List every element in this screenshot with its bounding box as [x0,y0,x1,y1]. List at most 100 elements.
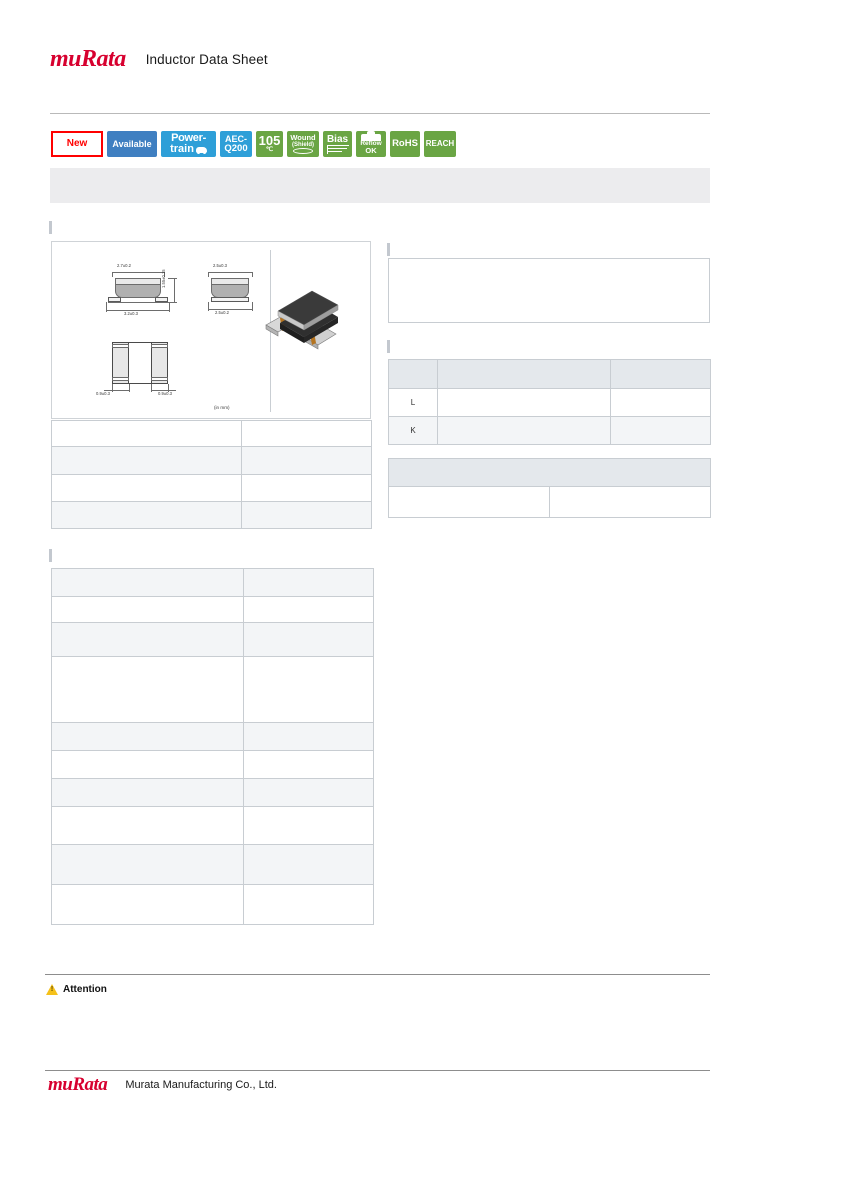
table-row [51,420,372,447]
badge-reach-label: REACH [425,139,455,148]
spec-row-8-label [51,844,244,885]
badge-reach: REACH [424,131,456,157]
badge-temperature-105: 105 ℃ [256,131,283,157]
lk-row-1-code: K [388,416,438,445]
badge-powertrain: Power- train [161,131,216,157]
dim-front-height: 1.55±0.15 [161,269,166,288]
spec-row-2-label [51,622,244,657]
badge-wound-line1: Wound [290,133,316,143]
badge-available-label: Available [112,138,152,149]
front-view: 2.7±0.2 1.55±0.15 3.2±0.3 [98,263,178,326]
dim-front-bottom-width: 3.2±0.3 [124,311,138,316]
dim-pad-left: 0.9±0.3 [96,391,110,396]
table-header-row [388,359,711,389]
spec-row-6-value [243,778,374,807]
lk-row-1-value [610,416,711,445]
car-icon [195,146,207,154]
packaging-header [388,458,711,487]
footer-divider [45,1070,710,1071]
dimensions-table [51,420,372,529]
badge-available: Available [107,131,157,157]
murata-logo-text: muRata [50,46,126,72]
page-title: Inductor Data Sheet [145,51,268,67]
table-row [51,446,372,475]
murata-logo: muRata [50,47,126,71]
table-row [51,806,374,845]
section-marker-spec [49,549,52,562]
badge-powertrain-line2: train [170,144,207,155]
drawing-unit-note: (in mm) [214,405,230,410]
badge-rohs-label: RoHS [392,138,418,150]
lk-code-table: L K [388,359,711,445]
table-row [51,844,374,885]
inductor-3d-icon [265,290,339,350]
warning-icon [46,984,58,995]
spec-row-1-value [243,596,374,623]
table-row: L [388,388,711,417]
badge-rohs: RoHS [390,131,420,157]
table-row [51,778,374,807]
spec-row-3-value [243,656,374,723]
bottom-view: 0.9±0.3 0.9±0.3 [96,338,208,396]
dimensions-row-0-label [51,420,242,447]
lk-row-1-description [437,416,611,445]
badge-wound-shield: Wound (Shield) [287,131,319,157]
badge-105-unit: ℃ [265,146,274,154]
dim-side-top-width: 2.5±0.3 [213,263,227,268]
packaging-row-0-value [549,486,711,518]
dim-pad-right: 0.9±0.3 [158,391,172,396]
shape-note-box [388,258,710,323]
spec-row-6-label [51,778,244,807]
badge-new: New [51,131,103,157]
part-number-banner [50,168,710,203]
spec-row-0-label [51,568,244,597]
table-row [388,258,710,323]
badge-aec-line2: Q200 [224,142,248,154]
coil-icon [293,147,313,154]
dimensions-row-3-label [51,501,242,529]
dimensions-row-1-label [51,446,242,475]
table-row [388,486,711,518]
murata-logo-footer: muRata [48,1075,108,1094]
table-header-row [388,458,711,487]
spec-row-5-value [243,750,374,779]
attention-label: Attention [63,984,107,995]
table-row [51,596,374,623]
spec-row-8-value [243,844,374,885]
section-marker-lk [387,340,390,353]
lk-header-1 [437,359,611,389]
packaging-row-0-label [388,486,550,518]
badge-aec-q200: AEC- Q200 [220,131,252,157]
table-row [51,884,374,925]
product-photo [258,285,348,357]
lk-row-0-code: L [388,388,438,417]
dim-side-bottom-width: 2.5±0.2 [215,310,229,315]
packaging-table [388,458,711,518]
badge-bias: Bias [323,131,352,157]
attention-block: Attention [46,984,107,995]
table-row [51,656,374,723]
header-divider [50,113,710,114]
dimensions-row-2-value [241,474,372,502]
lk-row-0-description [437,388,611,417]
badge-reflow-ok: Reflow OK [356,131,386,157]
section-marker-dimensions [49,221,52,234]
lk-row-0-value [610,388,711,417]
reflow-oven-icon [361,131,381,141]
dimensions-row-2-label [51,474,242,502]
table-row: K [388,416,711,445]
spec-row-9-label [51,884,244,925]
spec-row-4-label [51,722,244,751]
spec-row-3-label [51,656,244,723]
table-row [51,622,374,657]
page-header: muRata Inductor Data Sheet [50,44,268,74]
badge-wound-line2: (Shield) [292,141,314,148]
attention-divider [45,974,710,975]
table-row [51,474,372,502]
shape-note-text [388,258,710,323]
spec-row-0-value [243,568,374,597]
lk-header-0 [388,359,438,389]
dimensions-row-1-value [241,446,372,475]
badge-row: New Available Power- train AEC- Q200 105… [51,131,456,157]
spec-row-2-value [243,622,374,657]
